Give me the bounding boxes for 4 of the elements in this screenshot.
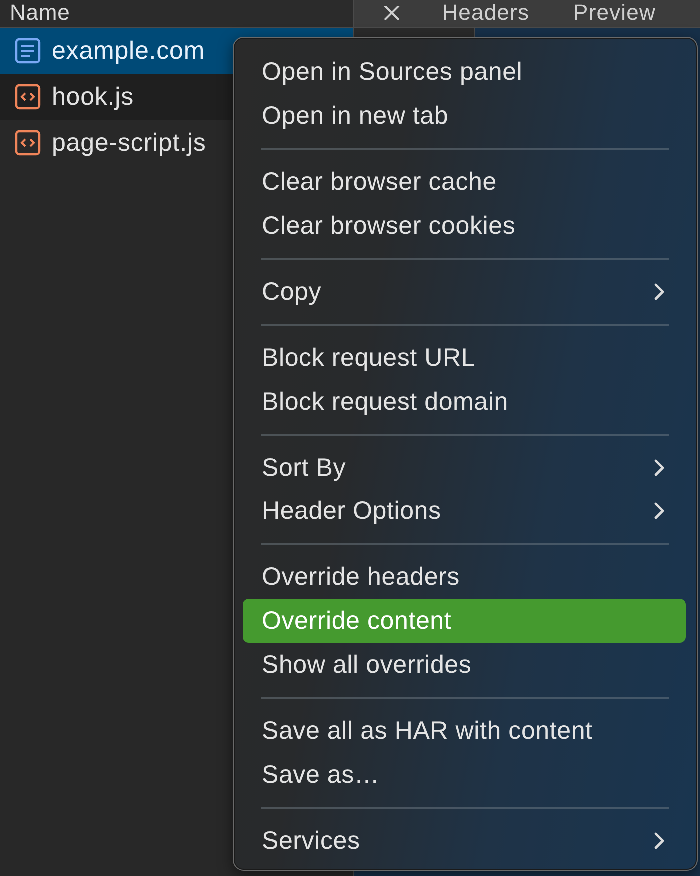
file-name: example.com xyxy=(52,37,206,65)
file-name: page-script.js xyxy=(52,129,206,157)
column-header-label: Name xyxy=(10,1,70,25)
file-name: hook.js xyxy=(52,83,134,111)
